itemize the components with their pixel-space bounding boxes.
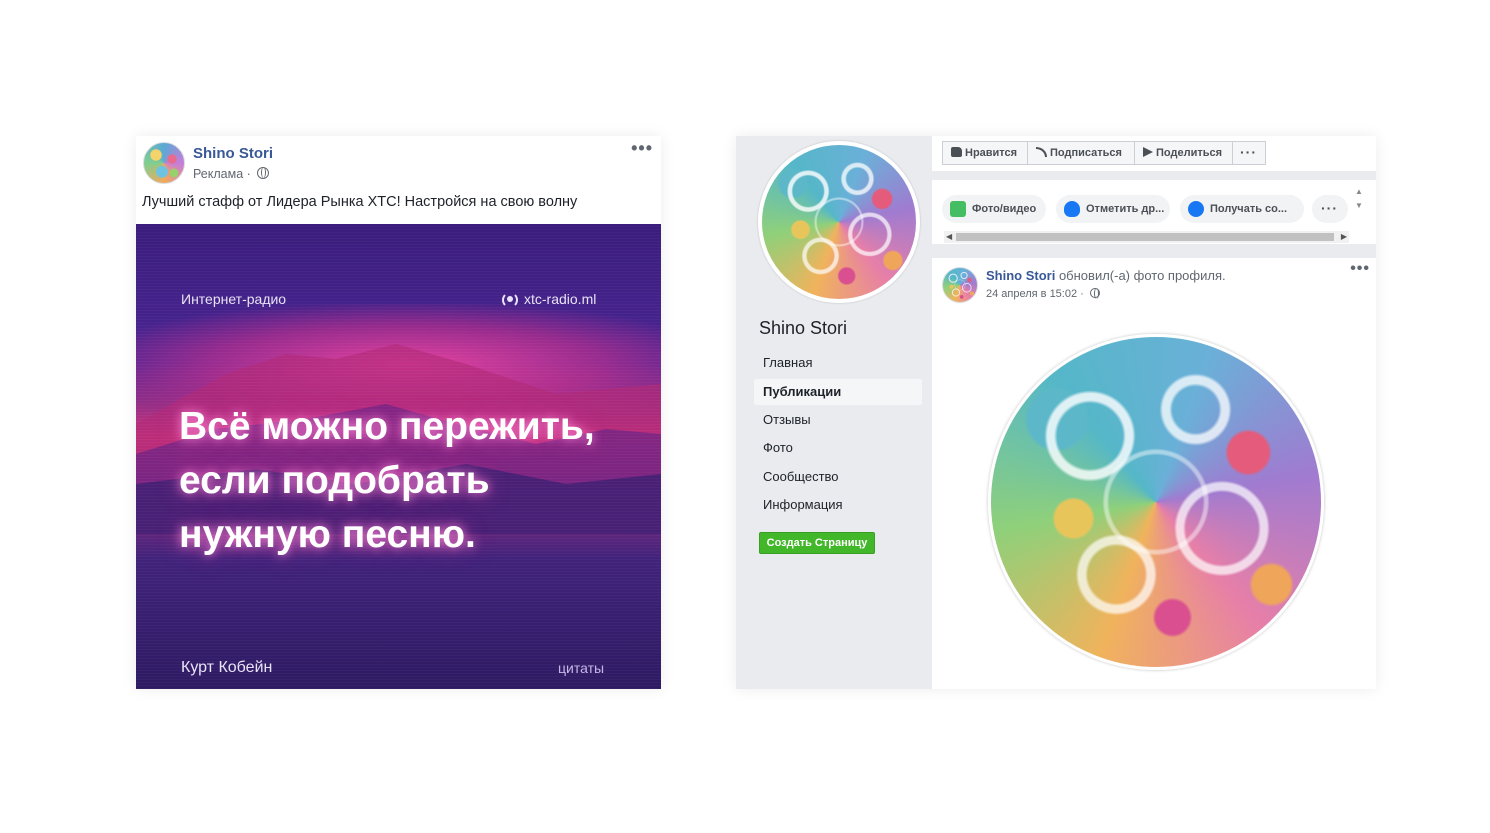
follow-button[interactable]: Подписаться: [1027, 141, 1135, 165]
tag-friends-button[interactable]: Отметить др...: [1056, 195, 1170, 223]
vertical-scrollbar[interactable]: ▲ ▼: [1353, 185, 1365, 225]
sponsored-text: Реклама ·: [193, 167, 251, 181]
sidebar-item-reviews[interactable]: Отзывы: [754, 407, 922, 433]
sidebar-item-info[interactable]: Информация: [754, 492, 922, 518]
more-compose-button[interactable]: ···: [1312, 195, 1348, 223]
image-label-radio: Интернет-радио: [181, 291, 287, 307]
post-timestamp[interactable]: 24 апреля в 15:02 ·: [986, 288, 1100, 300]
share-label: Поделиться: [1156, 147, 1223, 159]
site-text: xtc-radio.ml: [524, 291, 597, 307]
like-label: Нравится: [965, 147, 1018, 159]
scroll-right-icon[interactable]: ▶: [1341, 231, 1347, 243]
more-options-icon[interactable]: •••: [631, 138, 653, 159]
scroll-down-icon[interactable]: ▼: [1353, 199, 1365, 213]
more-actions-button[interactable]: ···: [1232, 141, 1266, 165]
get-messages-label: Получать со...: [1210, 203, 1288, 215]
quote-line: если подобрать: [179, 459, 490, 502]
share-button[interactable]: Поделиться: [1134, 141, 1233, 165]
scroll-up-icon[interactable]: ▲: [1353, 185, 1365, 199]
horizontal-scrollbar[interactable]: ◀ ▶: [944, 231, 1349, 243]
more-options-icon[interactable]: •••: [1350, 260, 1370, 278]
page-name-link[interactable]: Shino Stori: [193, 145, 273, 162]
photo-video-label: Фото/видео: [972, 203, 1037, 215]
quote-author: Курт Кобейн: [181, 659, 273, 676]
sidebar-item-photos[interactable]: Фото: [754, 435, 922, 461]
scrollbar-thumb[interactable]: [956, 233, 1334, 241]
page-title[interactable]: Shino Stori: [759, 318, 847, 339]
follow-rss-icon: [1036, 147, 1047, 157]
quote-tag: цитаты: [558, 660, 605, 676]
follow-label: Подписаться: [1050, 147, 1122, 159]
tag-friends-label: Отметить др...: [1086, 203, 1165, 215]
image-label-site: xtc-radio.ml: [502, 291, 597, 308]
sidebar-item-community[interactable]: Сообщество: [754, 464, 922, 490]
profile-picture[interactable]: [758, 141, 920, 303]
post-time-text: 24 апреля в 15:02 ·: [986, 288, 1084, 300]
sponsored-post: Shino Stori Реклама · ••• Лучший стафф о…: [136, 136, 661, 689]
globe-icon: [1089, 288, 1100, 299]
post-author-line: Shino Stori обновил(-а) фото профиля.: [986, 268, 1226, 283]
page-avatar[interactable]: [143, 142, 185, 184]
thumbs-up-icon: [951, 147, 962, 157]
globe-icon: [257, 167, 270, 179]
timeline-post: Shino Stori обновил(-а) фото профиля. 24…: [932, 258, 1376, 689]
quote-line: нужную песню.: [179, 513, 476, 556]
radio-broadcast-icon: [502, 292, 518, 308]
get-messages-button[interactable]: Получать со...: [1180, 195, 1304, 223]
post-action-text: обновил(-а) фото профиля.: [1055, 268, 1226, 283]
post-avatar[interactable]: [942, 267, 978, 303]
page-action-bar: Нравится Подписаться Поделиться ···: [932, 136, 1376, 171]
sponsored-label: Реклама ·: [193, 167, 270, 181]
facebook-page: Shino Stori Главная Публикации Отзывы Фо…: [736, 136, 1376, 689]
ad-image[interactable]: Интернет-радио xtc-radio.ml Всё можно пе…: [136, 224, 661, 689]
post-text: Лучший стафф от Лидера Рынка XTC! Настро…: [142, 194, 578, 210]
create-page-button[interactable]: Создать Страницу: [759, 532, 875, 554]
post-author-link[interactable]: Shino Stori: [986, 268, 1055, 283]
page-main: Нравится Подписаться Поделиться ··· Фото…: [932, 136, 1376, 689]
like-button[interactable]: Нравится: [942, 141, 1028, 165]
quote-line: Всё можно пережить,: [179, 405, 595, 448]
messenger-icon: [1188, 201, 1204, 217]
page-sidebar: Shino Stori Главная Публикации Отзывы Фо…: [736, 136, 932, 689]
sidebar-item-posts[interactable]: Публикации: [754, 379, 922, 405]
share-arrow-icon: [1143, 147, 1153, 157]
post-header: Shino Stori Реклама · ••• Лучший стафф о…: [136, 136, 661, 224]
compose-toolbar: Фото/видео Отметить др... Получать со...…: [932, 180, 1376, 244]
photo-video-button[interactable]: Фото/видео: [942, 195, 1046, 223]
image-quote: Всё можно пережить, если подобрать нужну…: [179, 400, 639, 562]
post-profile-photo[interactable]: [988, 334, 1324, 670]
sidebar-item-home[interactable]: Главная: [754, 350, 922, 376]
tag-people-icon: [1064, 201, 1080, 217]
scroll-left-icon[interactable]: ◀: [946, 231, 952, 243]
photo-icon: [950, 201, 966, 217]
